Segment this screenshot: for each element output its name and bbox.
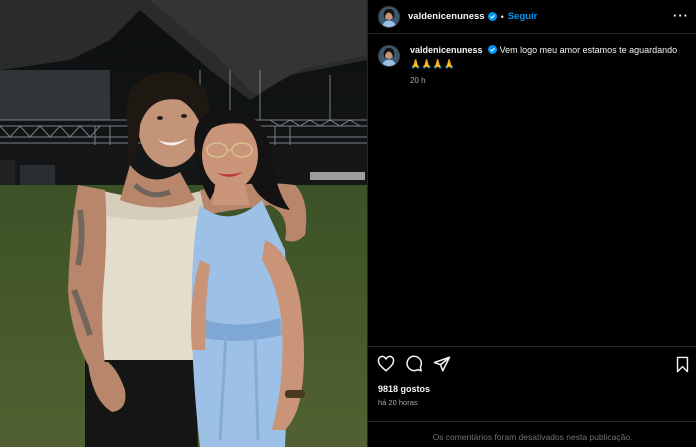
bookmark-icon[interactable]: [674, 356, 691, 373]
separator-dot: •: [500, 11, 504, 22]
caption-body: valdenicenuness Vem logo meu amor estamo…: [410, 44, 677, 87]
comments-disabled-notice: Os comentários foram desativados nesta p…: [368, 421, 696, 447]
posted-time[interactable]: há 20 horas: [378, 398, 418, 407]
follow-button[interactable]: Seguir: [508, 11, 538, 22]
verified-badge-icon: [488, 45, 498, 54]
avatar[interactable]: [378, 5, 400, 28]
post-photo[interactable]: [0, 0, 367, 447]
photo-illustration: [0, 0, 367, 447]
post-sidebar: valdenicenuness • Seguir ··· valdenicenu…: [367, 0, 696, 447]
caption: valdenicenuness Vem logo meu amor estamo…: [378, 44, 690, 87]
heart-icon[interactable]: [377, 355, 395, 373]
username-link[interactable]: valdenicenuness: [408, 11, 485, 22]
share-icon[interactable]: [433, 355, 451, 373]
caption-time[interactable]: 20 h: [410, 74, 677, 87]
instagram-post: valdenicenuness • Seguir ··· valdenicenu…: [0, 0, 696, 447]
caption-emojis: 🙏🙏🙏🙏: [410, 59, 455, 69]
post-header: valdenicenuness • Seguir ···: [368, 0, 696, 34]
avatar-image: [379, 46, 399, 66]
more-options-icon[interactable]: ···: [673, 9, 689, 22]
verified-badge-icon: [487, 12, 497, 21]
action-bar: [368, 346, 696, 381]
likes-count[interactable]: 9818 gostos: [378, 384, 430, 394]
caption-username[interactable]: valdenicenuness: [410, 45, 483, 55]
caption-text: Vem logo meu amor estamos te aguardando: [499, 45, 678, 55]
avatar-image: [379, 6, 399, 27]
caption-avatar[interactable]: [378, 45, 400, 67]
comment-icon[interactable]: [405, 355, 423, 373]
